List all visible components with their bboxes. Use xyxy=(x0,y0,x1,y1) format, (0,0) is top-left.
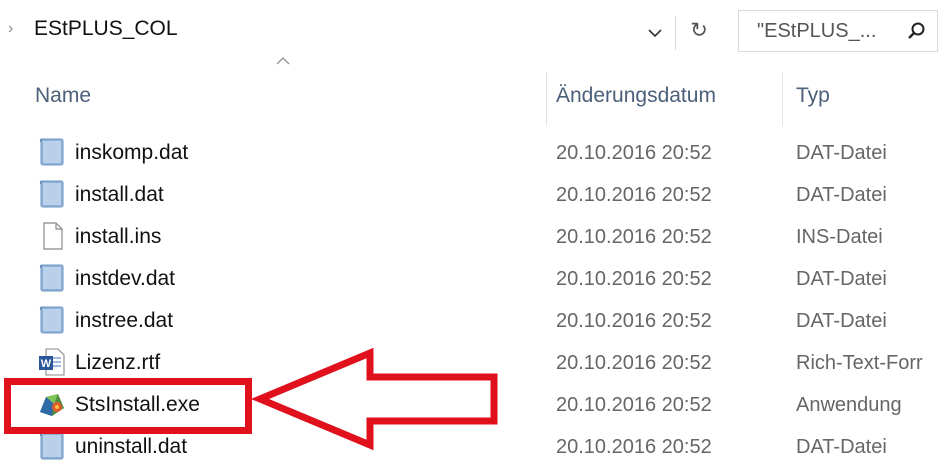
file-type: Rich-Text-Forr xyxy=(796,352,923,374)
column-separator[interactable] xyxy=(546,72,547,126)
file-date: 20.10.2016 20:52 xyxy=(556,352,712,374)
dat-file-icon xyxy=(39,432,64,460)
file-row[interactable]: instdev.dat 20.10.2016 20:52 DAT-Datei xyxy=(0,260,947,302)
file-type: DAT-Datei xyxy=(796,184,887,206)
file-row[interactable]: install.ins 20.10.2016 20:52 INS-Datei xyxy=(0,218,947,260)
breadcrumb-chevron-icon[interactable]: › xyxy=(8,20,13,38)
file-name[interactable]: uninstall.dat xyxy=(75,435,187,459)
column-header-name[interactable]: Name xyxy=(35,84,91,108)
address-path[interactable]: EStPLUS_COL xyxy=(34,17,178,41)
dat-file-icon xyxy=(39,264,64,292)
search-placeholder: "EStPLUS_... xyxy=(757,20,877,42)
file-date: 20.10.2016 20:52 xyxy=(556,436,712,458)
file-date: 20.10.2016 20:52 xyxy=(556,184,712,206)
file-type: INS-Datei xyxy=(796,226,883,248)
file-type: DAT-Datei xyxy=(796,142,887,164)
file-row[interactable]: inskomp.dat 20.10.2016 20:52 DAT-Datei xyxy=(0,134,947,176)
column-header-type[interactable]: Typ xyxy=(796,84,830,108)
column-separator[interactable] xyxy=(782,72,783,126)
file-type: Anwendung xyxy=(796,394,902,416)
file-date: 20.10.2016 20:52 xyxy=(556,268,712,290)
file-name[interactable]: instdev.dat xyxy=(75,267,175,291)
file-type: DAT-Datei xyxy=(796,436,887,458)
file-name[interactable]: Lizenz.rtf xyxy=(75,351,160,375)
search-icon[interactable] xyxy=(908,22,925,39)
file-date: 20.10.2016 20:52 xyxy=(556,142,712,164)
column-header-date[interactable]: Änderungsdatum xyxy=(556,84,716,108)
address-bar: › EStPLUS_COL ↻ "EStPLUS_... xyxy=(0,0,947,66)
word-document-icon: W xyxy=(39,348,65,376)
file-date: 20.10.2016 20:52 xyxy=(556,310,712,332)
annotation-arrow-icon xyxy=(250,347,498,451)
search-input[interactable]: "EStPLUS_... xyxy=(738,10,938,52)
file-name[interactable]: inskomp.dat xyxy=(75,141,188,165)
address-history-dropdown-icon[interactable] xyxy=(642,20,668,46)
file-date: 20.10.2016 20:52 xyxy=(556,226,712,248)
file-type: DAT-Datei xyxy=(796,268,887,290)
file-name[interactable]: install.ins xyxy=(75,225,161,249)
file-name[interactable]: instree.dat xyxy=(75,309,173,333)
dat-file-icon xyxy=(39,306,64,334)
dat-file-icon xyxy=(39,180,64,208)
file-type: DAT-Datei xyxy=(796,310,887,332)
dat-file-icon xyxy=(39,138,64,166)
sort-ascending-icon xyxy=(276,56,290,65)
address-divider xyxy=(675,16,676,50)
file-row[interactable]: install.dat 20.10.2016 20:52 DAT-Datei xyxy=(0,176,947,218)
svg-text:W: W xyxy=(41,358,52,370)
file-name[interactable]: install.dat xyxy=(75,183,164,207)
file-date: 20.10.2016 20:52 xyxy=(556,394,712,416)
blank-file-icon xyxy=(43,222,63,250)
file-row[interactable]: instree.dat 20.10.2016 20:52 DAT-Datei xyxy=(0,302,947,344)
refresh-icon[interactable]: ↻ xyxy=(686,18,712,44)
highlight-box xyxy=(4,378,252,434)
